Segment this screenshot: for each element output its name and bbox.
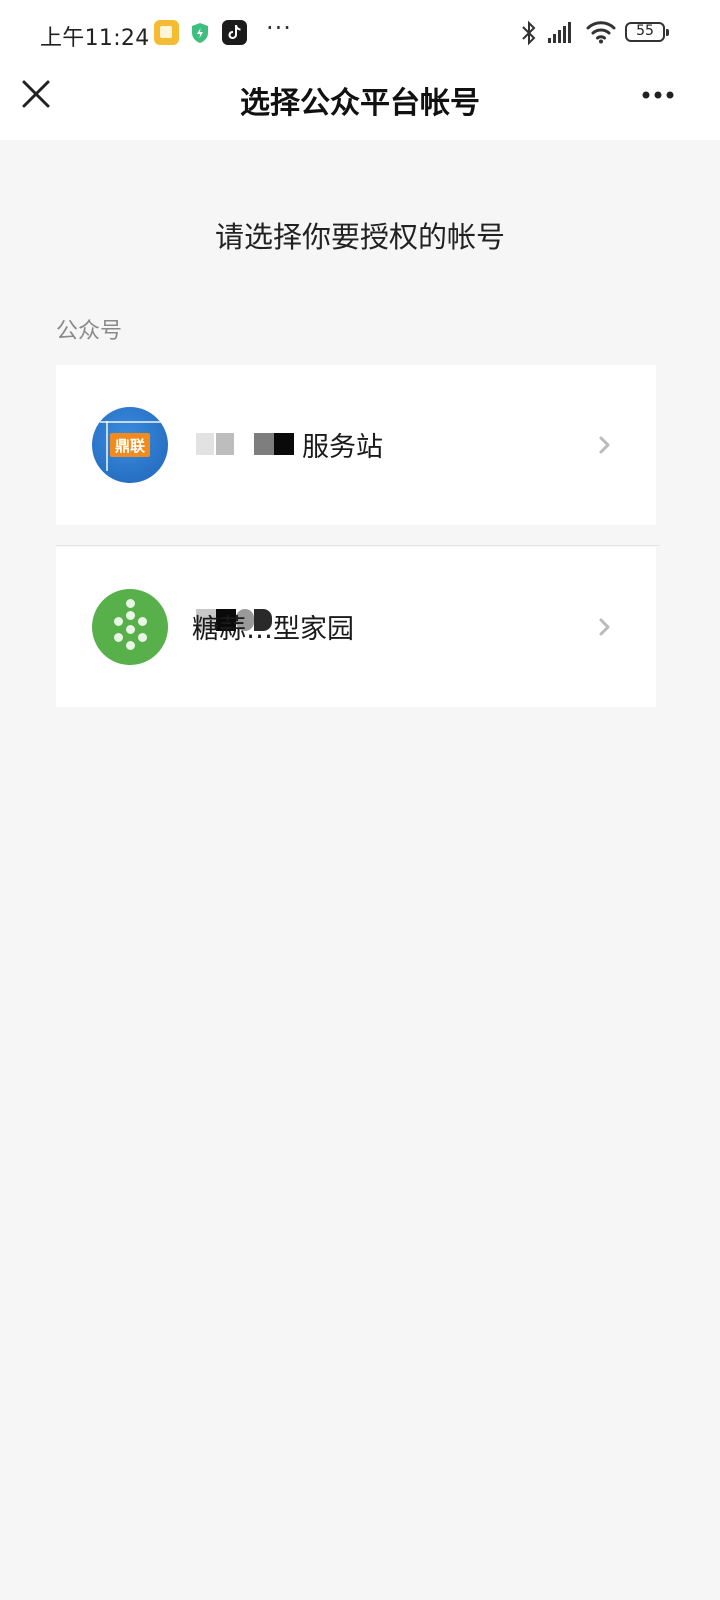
shield-icon <box>192 23 208 43</box>
battery-icon: 55 <box>625 22 669 42</box>
section-label-official-accounts: 公众号 <box>56 319 123 344</box>
account-item-model-home[interactable]: 糖蒜…型家园 <box>56 547 656 707</box>
account-avatar: 鼎联 <box>92 407 168 483</box>
selection-prompt: 请选择你要授权的帐号 <box>214 220 505 254</box>
chevron-right-icon <box>599 436 610 454</box>
chevron-right-icon <box>599 618 610 636</box>
account-item-service-station[interactable]: 鼎联 服务站 <box>56 365 656 525</box>
divider <box>56 545 660 546</box>
account-name: 糖蒜…型家园 <box>192 614 354 645</box>
wifi-icon <box>586 21 616 44</box>
signal-icon <box>548 22 571 43</box>
more-options-icon[interactable] <box>638 80 678 110</box>
battery-level: 55 <box>636 23 654 39</box>
notes-app-icon <box>154 20 179 45</box>
more-notifications-icon: ··· <box>266 14 292 42</box>
tiktok-icon <box>222 20 247 45</box>
page-title: 选择公众平台帐号 <box>240 86 480 121</box>
status-time: 上午11:24 <box>40 26 150 51</box>
avatar-logo-text: 鼎联 <box>115 437 146 455</box>
nav-bar: 选择公众平台帐号 <box>0 66 720 140</box>
status-bar: 上午11:24 ··· 55 <box>0 0 720 66</box>
account-avatar <box>92 589 168 665</box>
bluetooth-icon <box>522 20 536 46</box>
account-name: 服务站 <box>302 432 383 463</box>
